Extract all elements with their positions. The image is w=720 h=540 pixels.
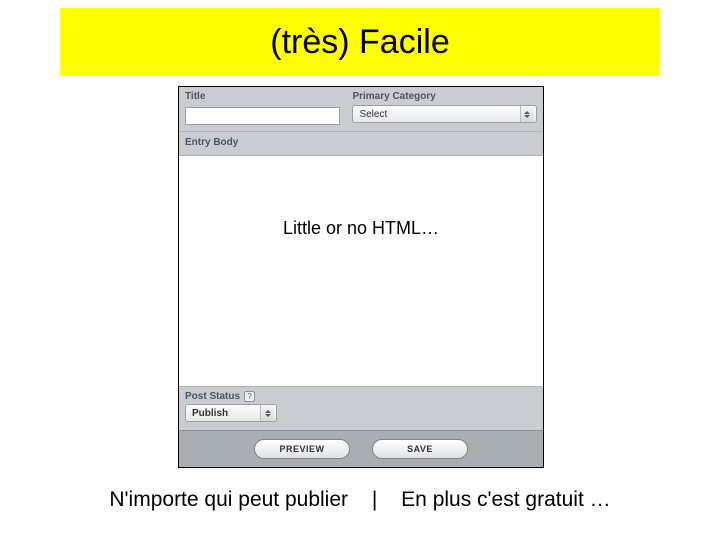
entry-body-textarea[interactable]: Little or no HTML… — [179, 156, 543, 388]
entry-body-label-row: Entry Body — [179, 132, 543, 156]
footer-separator: | — [372, 488, 377, 512]
footer-right: En plus c'est gratuit … — [401, 488, 610, 511]
blog-editor-panel: Title Primary Category Select Entry Body… — [178, 86, 544, 468]
category-field-group: Primary Category Select — [346, 87, 543, 131]
preview-button-label: PREVIEW — [279, 444, 324, 454]
overlay-caption: Little or no HTML… — [179, 218, 543, 239]
entry-body-label: Entry Body — [185, 137, 537, 148]
title-label: Title — [185, 91, 340, 102]
post-status-label: Post Status — [185, 391, 240, 402]
post-status-value: Publish — [192, 408, 228, 419]
top-field-row: Title Primary Category Select — [179, 87, 543, 132]
slide-title: (très) Facile — [270, 23, 449, 62]
save-button-label: SAVE — [407, 444, 433, 454]
post-status-select-row: Publish — [179, 404, 543, 430]
stepper-arrows-icon — [520, 106, 534, 122]
preview-button[interactable]: PREVIEW — [254, 439, 350, 459]
footer-line: N'importe qui peut publier | En plus c'e… — [0, 488, 720, 512]
title-field-group: Title — [179, 87, 346, 131]
editor-button-bar: PREVIEW SAVE — [179, 430, 543, 467]
save-button[interactable]: SAVE — [372, 439, 468, 459]
post-status-select[interactable]: Publish — [185, 404, 277, 422]
footer-left: N'importe qui peut publier — [109, 488, 348, 511]
stepper-arrows-icon — [260, 405, 274, 421]
category-select-wrap: Select — [352, 105, 537, 123]
category-label: Primary Category — [352, 91, 537, 102]
help-icon[interactable]: ? — [244, 391, 255, 402]
slide-title-banner: (très) Facile — [60, 8, 660, 76]
category-select[interactable]: Select — [352, 105, 537, 123]
category-selected-value: Select — [359, 109, 387, 120]
title-input[interactable] — [185, 107, 340, 125]
post-status-row: Post Status ? — [179, 387, 543, 404]
